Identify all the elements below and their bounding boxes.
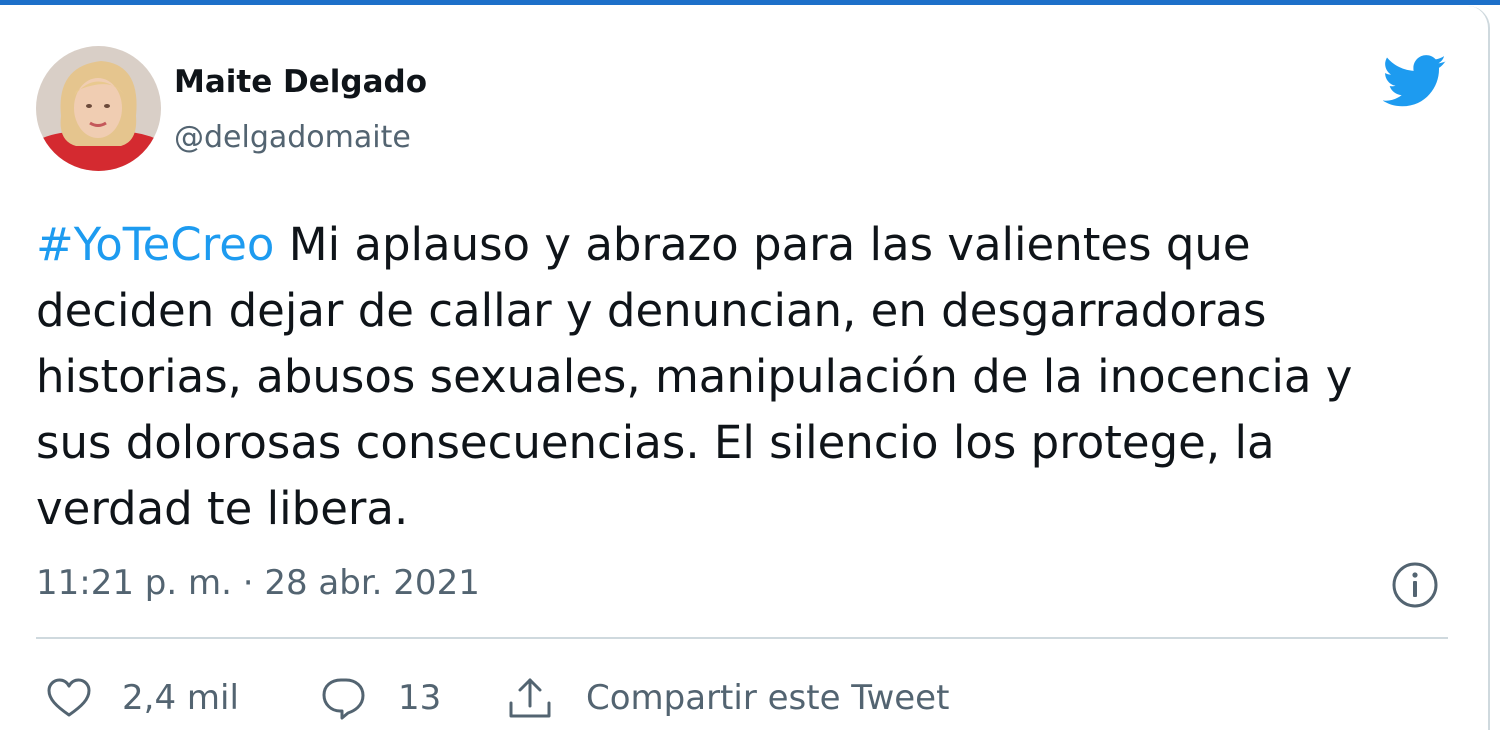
heart-icon xyxy=(46,677,92,719)
author-display-name[interactable]: Maite Delgado xyxy=(174,64,427,100)
like-count: 2,4 mil xyxy=(122,678,239,718)
actions-divider xyxy=(36,637,1448,639)
share-label: Compartir este Tweet xyxy=(586,678,950,718)
tweet-body-text: #YoTeCreo Mi aplauso y abrazo para las v… xyxy=(36,212,1456,542)
tweet-text-line-4: sus dolorosas consecuencias. El silencio… xyxy=(36,416,1275,469)
tweet-text-line-3: historias, abusos sexuales, manipulación… xyxy=(36,350,1353,403)
author-avatar[interactable] xyxy=(36,46,161,171)
author-handle[interactable]: @delgadomaite xyxy=(174,120,411,155)
hashtag-link[interactable]: #YoTeCreo xyxy=(36,218,274,271)
reply-count: 13 xyxy=(398,678,442,718)
embedded-tweet-card: Maite Delgado @delgadomaite #YoTeCreo Mi… xyxy=(0,6,1490,730)
share-upload-icon xyxy=(506,676,554,720)
tweet-text-line-5: verdad te libera. xyxy=(36,482,409,535)
share-tweet-button[interactable]: Compartir este Tweet xyxy=(506,668,949,728)
like-button[interactable]: 2,4 mil xyxy=(46,668,239,728)
tweet-text-line-2: deciden dejar de callar y denuncian, en … xyxy=(36,284,1267,337)
tweet-timestamp[interactable]: 11:21 p. m. · 28 abr. 2021 xyxy=(36,563,480,603)
reply-button[interactable]: 13 xyxy=(318,668,441,728)
tweet-text-line-1-rest: Mi aplauso y abrazo para las valientes q… xyxy=(274,218,1251,271)
info-icon[interactable] xyxy=(1390,560,1440,610)
window-top-border xyxy=(0,0,1500,5)
tweet-text-line-1: #YoTeCreo Mi aplauso y abrazo para las v… xyxy=(36,212,1456,278)
speech-bubble-icon xyxy=(318,676,368,720)
twitter-bird-icon[interactable] xyxy=(1382,54,1447,109)
